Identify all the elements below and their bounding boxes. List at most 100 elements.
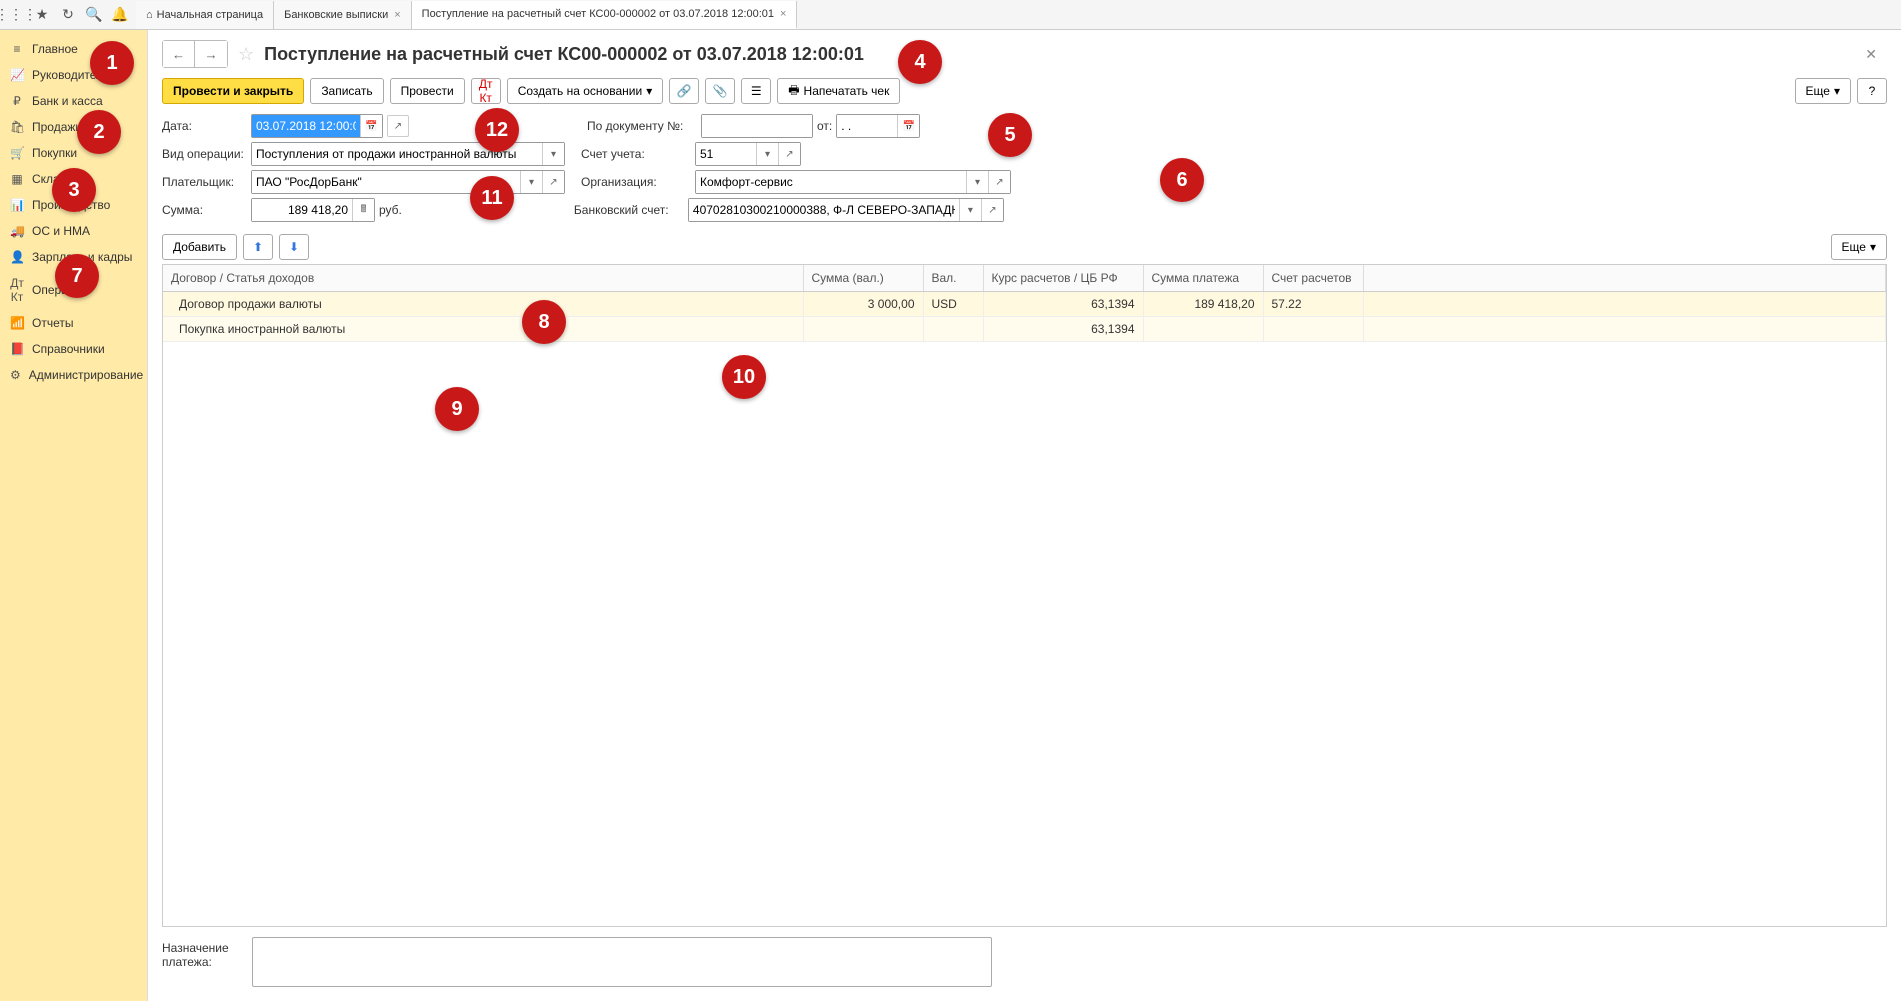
annotation-marker: 3: [52, 168, 96, 212]
sidebar-label: Отчеты: [32, 316, 73, 330]
add-row-button[interactable]: Добавить: [162, 234, 237, 260]
col-rate[interactable]: Курс расчетов / ЦБ РФ: [983, 265, 1143, 292]
payer-input[interactable]: ▾ ↗: [251, 170, 565, 194]
purpose-label: Назначение платежа:: [162, 937, 242, 987]
sum-label: Сумма:: [162, 203, 247, 217]
col-sum-curr[interactable]: Сумма (вал.): [803, 265, 923, 292]
tab[interactable]: Поступление на расчетный счет КС00-00000…: [412, 1, 798, 29]
calendar-icon[interactable]: 📅: [360, 115, 382, 137]
annotation-marker: 7: [55, 254, 99, 298]
calendar-icon[interactable]: 📅: [897, 115, 919, 137]
date-input[interactable]: 📅: [251, 114, 383, 138]
open-icon[interactable]: ↗: [988, 171, 1010, 193]
sum-input[interactable]: 🖩: [251, 198, 375, 222]
sidebar-icon: 🚚: [10, 224, 24, 238]
sum-unit: руб.: [379, 203, 402, 217]
nav-forward-button[interactable]: →: [195, 41, 227, 67]
history-icon[interactable]: ↻: [56, 3, 80, 27]
open-icon[interactable]: ↗: [981, 199, 1003, 221]
chevron-down-icon[interactable]: ▾: [542, 143, 564, 165]
optype-label: Вид операции:: [162, 147, 247, 161]
annotation-marker: 10: [722, 355, 766, 399]
bankacc-input[interactable]: ▾ ↗: [688, 198, 1004, 222]
org-label: Организация:: [581, 175, 691, 189]
more-button[interactable]: Еще ▾: [1795, 78, 1851, 104]
top-bar: ⋮⋮⋮ ★ ↻ 🔍 🔔 ⌂ Начальная страница Банковски…: [0, 0, 1901, 30]
annotation-marker: 1: [90, 41, 134, 85]
tab[interactable]: ⌂ Начальная страница: [136, 1, 274, 29]
annotation-marker: 8: [522, 300, 566, 344]
sidebar-icon: 🛒: [10, 146, 24, 160]
favorite-star-icon[interactable]: ☆: [238, 44, 254, 65]
chevron-down-icon[interactable]: ▾: [959, 199, 981, 221]
open-icon[interactable]: ↗: [778, 143, 800, 165]
optype-input[interactable]: ▾: [251, 142, 565, 166]
account-input[interactable]: ▾ ↗: [695, 142, 801, 166]
sidebar-item[interactable]: 📶 Отчеты: [0, 310, 147, 336]
sidebar-item[interactable]: ₽ Банк и касса: [0, 88, 147, 114]
chevron-down-icon[interactable]: ▾: [756, 143, 778, 165]
tab[interactable]: Банковские выписки×: [274, 1, 412, 29]
movements-icon[interactable]: ДтКт: [471, 78, 501, 104]
calc-icon[interactable]: 🖩: [352, 199, 374, 221]
list-icon[interactable]: ☰: [741, 78, 771, 104]
date-label: Дата:: [162, 119, 247, 133]
post-button[interactable]: Провести: [390, 78, 465, 104]
open-icon[interactable]: ↗: [387, 115, 409, 137]
col-contract[interactable]: Договор / Статья доходов: [163, 265, 803, 292]
sidebar-icon: 👤: [10, 250, 24, 264]
search-icon[interactable]: 🔍: [82, 3, 106, 27]
sidebar-item[interactable]: 🛍Продажи: [0, 114, 147, 140]
sidebar-item[interactable]: 🚚ОС и НМА: [0, 218, 147, 244]
chevron-down-icon[interactable]: ▾: [966, 171, 988, 193]
home-icon: ⌂: [146, 9, 153, 21]
docnum-input[interactable]: [701, 114, 813, 138]
sidebar-item[interactable]: 🛒 Покупки: [0, 140, 147, 166]
sidebar-label: Главное: [32, 42, 78, 56]
write-button[interactable]: Записать: [310, 78, 383, 104]
col-acc[interactable]: Счет расчетов: [1263, 265, 1363, 292]
table-row[interactable]: Покупка иностранной валюты63,1394: [163, 317, 1886, 342]
sidebar-icon: 📶: [10, 316, 24, 330]
link-icon[interactable]: 🔗: [669, 78, 699, 104]
sidebar-icon: Дт Кт: [10, 276, 24, 304]
sidebar-label: Банк и касса: [32, 94, 103, 108]
open-icon[interactable]: ↗: [542, 171, 564, 193]
org-input[interactable]: ▾ ↗: [695, 170, 1011, 194]
star-icon[interactable]: ★: [30, 3, 54, 27]
apps-icon[interactable]: ⋮⋮⋮: [4, 3, 28, 27]
nav-arrows: ← →: [162, 40, 228, 68]
sidebar-icon: 📕: [10, 342, 24, 356]
sidebar-label: Администрирование: [29, 368, 143, 382]
tab-close-icon[interactable]: ×: [780, 8, 786, 20]
annotation-marker: 2: [77, 110, 121, 154]
close-icon[interactable]: ✕: [1865, 46, 1887, 63]
col-sum-pay[interactable]: Сумма платежа: [1143, 265, 1263, 292]
tab-label: Начальная страница: [157, 9, 263, 21]
sidebar-icon: ₽: [10, 94, 24, 108]
col-curr[interactable]: Вал.: [923, 265, 983, 292]
attach-icon[interactable]: 📎: [705, 78, 735, 104]
move-up-icon[interactable]: ⬆: [243, 234, 273, 260]
tab-close-icon[interactable]: ×: [394, 9, 400, 21]
main-area: ← → ☆ Поступление на расчетный счет КС00…: [148, 30, 1901, 1001]
from-date-input[interactable]: 📅: [836, 114, 920, 138]
create-based-button[interactable]: Создать на основании ▾: [507, 78, 664, 104]
sidebar-label: Продажи: [32, 120, 82, 134]
sidebar-label: Покупки: [32, 146, 77, 160]
chevron-down-icon[interactable]: ▾: [520, 171, 542, 193]
purpose-textarea[interactable]: [252, 937, 992, 987]
bell-icon[interactable]: 🔔: [108, 3, 132, 27]
annotation-marker: 5: [988, 113, 1032, 157]
sidebar-item[interactable]: 📕Справочники: [0, 336, 147, 362]
nav-back-button[interactable]: ←: [163, 41, 195, 67]
post-close-button[interactable]: Провести и закрыть: [162, 78, 304, 104]
table-more-button[interactable]: Еще ▾: [1831, 234, 1887, 260]
help-icon[interactable]: ?: [1857, 78, 1887, 104]
table-row[interactable]: Договор продажи валюты3 000,00USD63,1394…: [163, 292, 1886, 317]
move-down-icon[interactable]: ⬇: [279, 234, 309, 260]
tabs: ⌂ Начальная страница Банковские выписки×По…: [136, 0, 797, 30]
print-check-button[interactable]: 🖶 Напечатать чек: [777, 78, 900, 104]
sidebar-item[interactable]: ⚙ Администрирование: [0, 362, 147, 388]
sidebar-icon: ⚙: [10, 368, 21, 382]
